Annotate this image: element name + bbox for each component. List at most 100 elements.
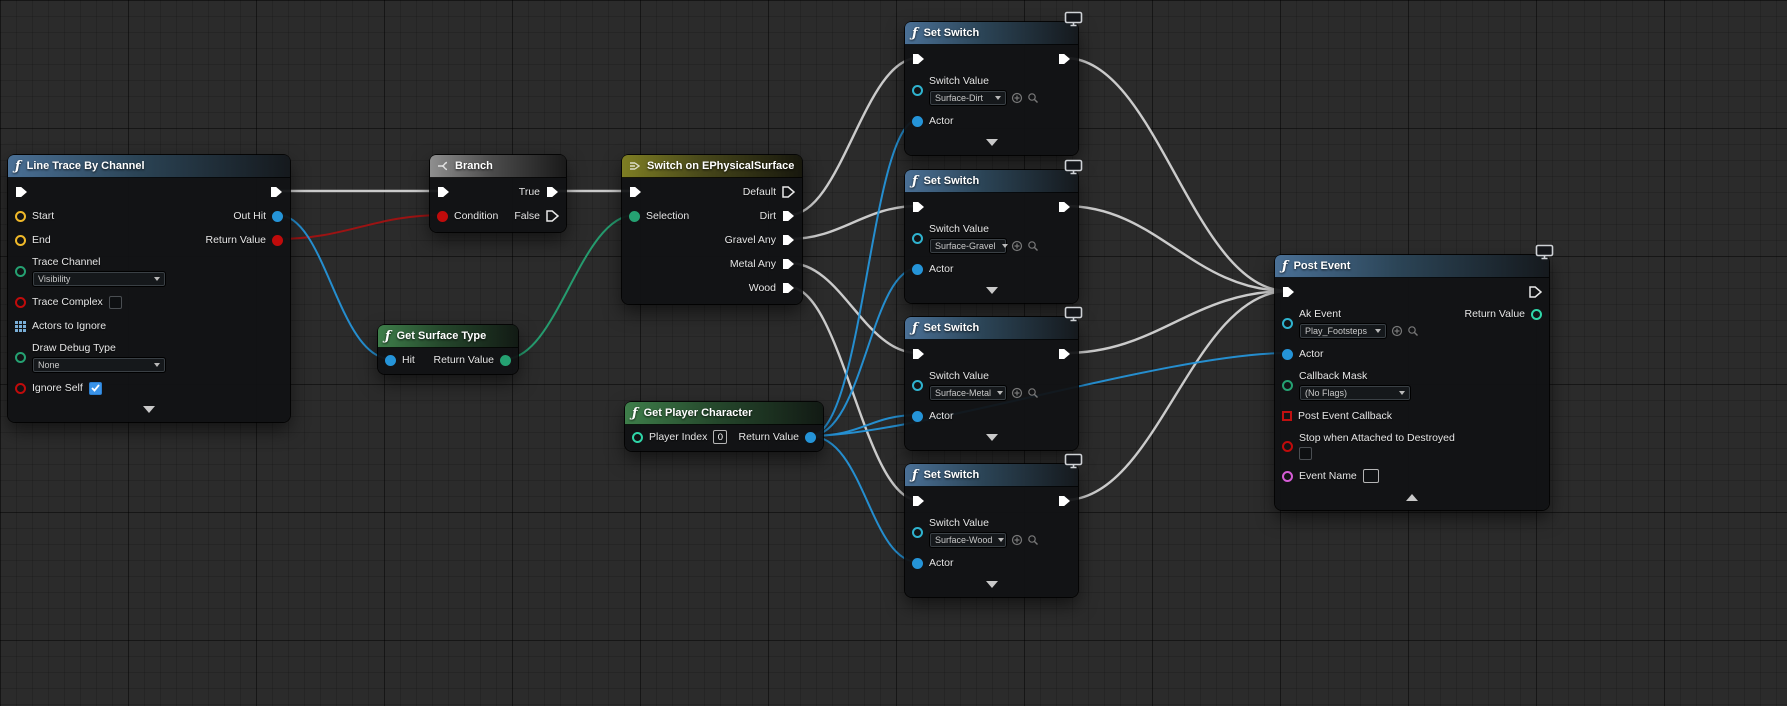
ak-event-dropdown[interactable]: Play_Footsteps [1299,323,1387,339]
wire-exec-setswitch1-to-postevent[interactable] [1065,58,1288,291]
node-header[interactable]: ƒ Get Player Character [625,402,823,425]
expand-advanced-chevron-icon[interactable] [986,139,998,146]
node-switch-on-ephysicalsurface[interactable]: Switch on EPhysicalSurface Default Selec… [622,155,802,304]
out-hit-pin[interactable] [272,211,283,222]
node-get-surface-type[interactable]: ƒ Get Surface Type Hit Return Value [378,325,518,374]
node-header[interactable]: ƒ Set Switch [905,317,1078,340]
switch-value-dropdown[interactable]: Surface-Wood [929,532,1007,548]
return-value-pin[interactable] [272,235,283,246]
true-exec-pin[interactable] [546,186,559,198]
exec-out-pin[interactable] [270,186,283,198]
node-header[interactable]: Branch [430,155,566,178]
wire-exec-switch-dirt-to-setswitch1[interactable] [789,58,918,215]
use-asset-icon[interactable] [1011,240,1023,252]
actor-pin[interactable] [912,411,923,422]
condition-pin[interactable] [437,211,448,222]
ignore-self-checkbox[interactable] [89,382,102,395]
false-exec-pin[interactable] [546,210,559,222]
actor-pin[interactable] [912,558,923,569]
wire-exec-setswitch2-to-postevent[interactable] [1065,206,1288,291]
node-get-player-character[interactable]: ƒ Get Player Character Player Index 0 Re… [625,402,823,451]
trace-channel-dropdown[interactable]: Visibility [32,271,166,287]
node-header[interactable]: ƒ Line Trace By Channel [8,155,290,178]
return-value-pin[interactable] [500,355,511,366]
exec-out-pin[interactable] [1058,201,1071,213]
actor-pin[interactable] [912,264,923,275]
ignore-self-pin[interactable] [15,383,26,394]
node-header[interactable]: ƒ Set Switch [905,170,1078,193]
browse-asset-icon[interactable] [1027,92,1039,104]
expand-advanced-chevron-icon[interactable] [986,287,998,294]
exec-in-pin[interactable] [437,186,450,198]
wood-exec-pin[interactable] [782,282,795,294]
return-value-pin[interactable] [1531,309,1542,320]
expand-advanced-chevron-icon[interactable] [143,406,155,413]
ak-event-pin[interactable] [1282,318,1293,329]
exec-in-pin[interactable] [912,201,925,213]
trace-complex-checkbox[interactable] [109,296,122,309]
exec-out-pin[interactable] [1058,53,1071,65]
exec-out-pin[interactable] [1058,348,1071,360]
node-header[interactable]: ƒ Set Switch [905,22,1078,45]
use-asset-icon[interactable] [1391,325,1403,337]
switch-value-dropdown[interactable]: Surface-Dirt [929,90,1007,106]
wire-enum-surfacetype-to-selection[interactable] [505,215,635,359]
draw-debug-type-pin[interactable] [15,352,26,363]
node-set-switch-wood[interactable]: ƒ Set Switch Switch Value Surface-Wood [905,464,1078,597]
wire-object-player-to-setswitch4-actor[interactable] [810,436,918,562]
browse-asset-icon[interactable] [1027,534,1039,546]
dirt-exec-pin[interactable] [782,210,795,222]
browse-asset-icon[interactable] [1407,325,1419,337]
switch-value-pin[interactable] [912,85,923,96]
use-asset-icon[interactable] [1011,534,1023,546]
callback-mask-dropdown[interactable]: (No Flags) [1299,385,1411,401]
exec-in-pin[interactable] [912,53,925,65]
stop-when-attached-pin[interactable] [1282,441,1293,452]
node-set-switch-gravel[interactable]: ƒ Set Switch Switch Value Surface-Gravel [905,170,1078,303]
actor-pin[interactable] [912,116,923,127]
trace-complex-pin[interactable] [15,297,26,308]
wire-exec-switch-wood-to-setswitch4[interactable] [789,287,918,500]
collapse-advanced-chevron-icon[interactable] [1406,494,1418,501]
switch-value-pin[interactable] [912,233,923,244]
use-asset-icon[interactable] [1011,92,1023,104]
exec-in-pin[interactable] [912,495,925,507]
exec-out-pin[interactable] [1058,495,1071,507]
use-asset-icon[interactable] [1011,387,1023,399]
exec-in-pin[interactable] [15,186,28,198]
default-exec-pin[interactable] [782,186,795,198]
blueprint-graph-canvas[interactable]: ƒ Line Trace By Channel Start Out Hit [0,0,1787,706]
exec-in-pin[interactable] [1282,286,1295,298]
exec-in-pin[interactable] [912,348,925,360]
node-line-trace-by-channel[interactable]: ƒ Line Trace By Channel Start Out Hit [8,155,290,422]
node-set-switch-metal[interactable]: ƒ Set Switch Switch Value Surface-Metal [905,317,1078,450]
metal-any-exec-pin[interactable] [782,258,795,270]
wire-bool-returnvalue-to-condition[interactable] [278,215,443,239]
start-pin[interactable] [15,211,26,222]
actor-pin[interactable] [1282,349,1293,360]
exec-in-pin[interactable] [629,186,642,198]
event-name-input[interactable] [1363,469,1379,483]
hit-pin[interactable] [385,355,396,366]
node-header[interactable]: ƒ Set Switch [905,464,1078,487]
trace-channel-pin[interactable] [15,266,26,277]
wire-object-outhit-to-hit[interactable] [278,215,391,359]
gravel-any-exec-pin[interactable] [782,234,795,246]
event-name-pin[interactable] [1282,471,1293,482]
player-index-input[interactable]: 0 [713,430,727,444]
draw-debug-type-dropdown[interactable]: None [32,357,166,373]
node-post-event[interactable]: ƒ Post Event Ak Event Play_Footsteps [1275,255,1549,510]
exec-out-pin[interactable] [1529,286,1542,298]
return-value-pin[interactable] [805,432,816,443]
end-pin[interactable] [15,235,26,246]
player-index-pin[interactable] [632,432,643,443]
expand-advanced-chevron-icon[interactable] [986,581,998,588]
selection-pin[interactable] [629,211,640,222]
stop-when-attached-checkbox[interactable] [1299,447,1312,460]
switch-value-pin[interactable] [912,380,923,391]
node-header[interactable]: ƒ Get Surface Type [378,325,518,348]
node-branch[interactable]: Branch True Condition False [430,155,566,232]
switch-value-dropdown[interactable]: Surface-Metal [929,385,1007,401]
switch-value-pin[interactable] [912,527,923,538]
browse-asset-icon[interactable] [1027,240,1039,252]
